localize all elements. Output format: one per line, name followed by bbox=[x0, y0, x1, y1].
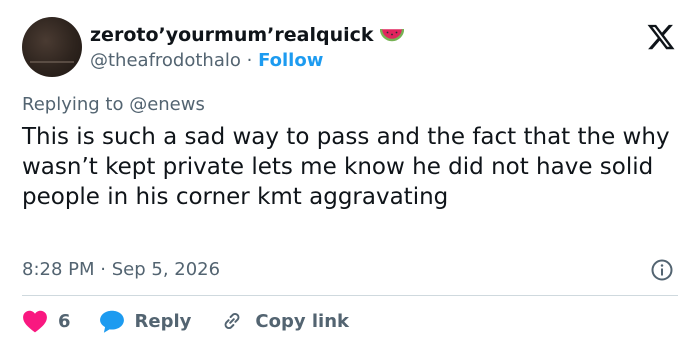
author-handle-row: @theafrodothalo · Follow bbox=[90, 49, 323, 73]
replying-to-mention[interactable]: @enews bbox=[129, 94, 205, 115]
copy-link-label: Copy link bbox=[255, 310, 349, 332]
tweet-text: This is such a sad way to pass and the f… bbox=[22, 124, 670, 210]
tweet-time[interactable]: 8:28 PM bbox=[22, 259, 95, 280]
replying-to-prefix: Replying to bbox=[22, 94, 130, 115]
author-handle[interactable]: @theafrodothalo bbox=[90, 50, 241, 71]
like-button[interactable]: 6 bbox=[22, 309, 71, 333]
follow-button[interactable]: Follow bbox=[258, 50, 323, 71]
action-bar: 6 Reply Copy link bbox=[22, 306, 349, 336]
author-display-name-text[interactable]: zeroto’yourmum’realquick bbox=[90, 22, 374, 48]
like-count: 6 bbox=[58, 310, 71, 332]
reply-button[interactable]: Reply bbox=[99, 309, 192, 333]
author-display-name[interactable]: zeroto’yourmum’realquick bbox=[90, 22, 404, 48]
tweet-date[interactable]: Sep 5, 2026 bbox=[112, 259, 220, 280]
avatar[interactable] bbox=[22, 17, 82, 77]
heart-icon bbox=[23, 310, 47, 333]
tweet-timestamp[interactable]: 8:28 PM · Sep 5, 2026 bbox=[22, 258, 220, 282]
reply-label: Reply bbox=[134, 310, 192, 332]
copy-link-button[interactable]: Copy link bbox=[219, 309, 349, 333]
link-icon bbox=[224, 312, 240, 330]
x-logo-icon[interactable] bbox=[644, 22, 678, 52]
info-icon[interactable] bbox=[650, 258, 674, 282]
watermelon-icon bbox=[379, 28, 404, 42]
avatar-image-detail bbox=[30, 61, 74, 63]
replying-to: Replying to @enews bbox=[22, 93, 205, 117]
handle-separator: · bbox=[246, 50, 253, 71]
timestamp-separator: · bbox=[100, 259, 106, 280]
reply-bubble-icon bbox=[99, 310, 124, 333]
divider bbox=[22, 295, 678, 296]
